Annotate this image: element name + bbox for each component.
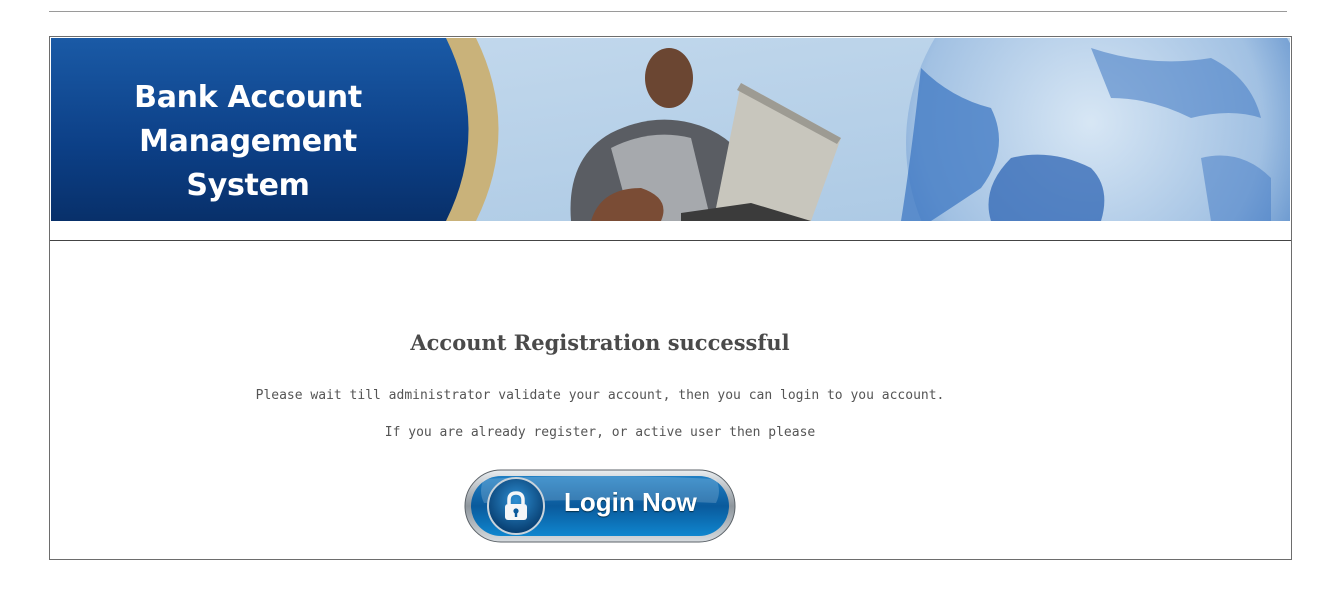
site-title-line1: Bank Account xyxy=(134,80,362,115)
site-title-line2: Management System xyxy=(139,124,357,203)
page-frame: Bank Account Management System Account R… xyxy=(49,36,1292,560)
login-now-label: Login Now xyxy=(564,487,697,517)
validation-message: Please wait till administrator validate … xyxy=(255,388,945,403)
site-title: Bank Account Management System xyxy=(78,76,418,208)
top-divider xyxy=(49,11,1287,12)
main-content: Account Registration successful Please w… xyxy=(50,242,1291,559)
banner-underline xyxy=(50,221,1291,241)
header-banner: Bank Account Management System xyxy=(51,38,1290,221)
success-heading: Account Registration successful xyxy=(410,330,790,355)
login-now-button[interactable]: Login Now xyxy=(464,469,736,543)
already-registered-message: If you are already register, or active u… xyxy=(384,425,816,440)
lock-icon xyxy=(502,491,530,521)
